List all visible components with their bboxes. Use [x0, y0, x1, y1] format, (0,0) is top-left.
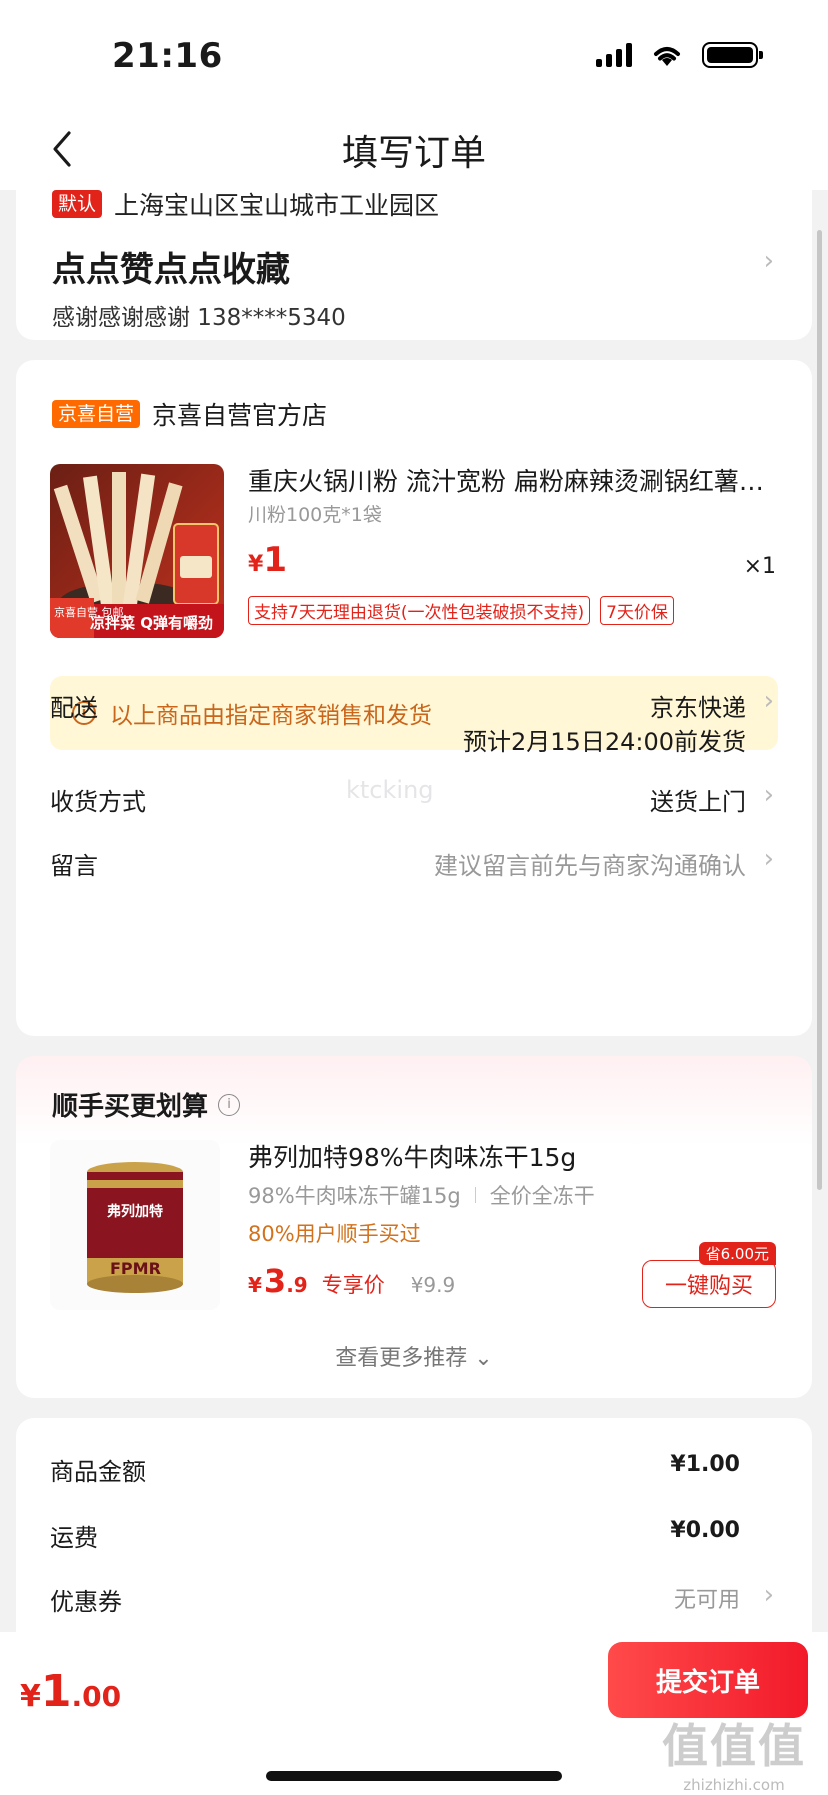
- goods-amount-label: 商品金额: [50, 1458, 146, 1486]
- divider: [474, 1187, 476, 1203]
- svg-text:凉拌菜 Q弹有嚼劲: 凉拌菜 Q弹有嚼劲: [90, 614, 213, 632]
- shipping-label: 运费: [50, 1524, 98, 1552]
- chevron-right-icon: ›: [763, 780, 774, 810]
- corner-watermark: 值值值 zhizhizhi.com: [662, 1719, 806, 1794]
- product-spec: 川粉100克*1袋: [248, 504, 382, 526]
- address-contact: 感谢感谢感谢 138****5340: [52, 305, 346, 331]
- goods-amount-value: ¥1.00: [670, 1452, 740, 1477]
- svg-text:FPMR: FPMR: [110, 1259, 161, 1278]
- price-value: 1: [263, 540, 287, 580]
- chevron-down-icon: ⌄: [474, 1346, 493, 1371]
- wifi-icon: [654, 47, 680, 66]
- one-click-buy-button[interactable]: 一键购买: [642, 1260, 776, 1308]
- recommend-card: 顺手买更划算 i 弗列加特 FPMR 弗列加特98%牛肉味冻干15g 98%牛肉…: [16, 1056, 812, 1398]
- recommend-price: ¥ 3 .9 专享价 ¥9.9: [248, 1262, 456, 1300]
- address-detail: 点点赞点点收藏: [52, 250, 290, 290]
- store-header[interactable]: 京喜自营 京喜自营官方店: [52, 396, 327, 432]
- nav-bar: 填写订单: [0, 110, 828, 190]
- cellular-signal-icon: [596, 43, 632, 67]
- battery-icon: [702, 42, 763, 68]
- price-currency: ¥: [248, 552, 264, 577]
- scrollbar[interactable]: [817, 230, 822, 1190]
- product-badges: 支持7天无理由退货(一次性包装破损不支持) 7天价保: [248, 596, 674, 625]
- store-card: 京喜自营 京喜自营官方店 京喜自营 包邮 凉拌菜 Q弹有嚼劲 重庆火锅川粉 流汁…: [16, 360, 812, 1036]
- seller-notice-text: 以上商品由指定商家销售和发货: [110, 703, 432, 729]
- receive-method-value[interactable]: 送货上门: [650, 782, 746, 817]
- product-quantity: ×1: [743, 554, 776, 579]
- status-icons: [596, 42, 763, 68]
- receive-method-label: 收货方式: [50, 788, 146, 816]
- price-summary-card: 商品金额 ¥1.00 运费 ¥0.00 优惠券 无可用 ›: [16, 1418, 812, 1658]
- watermark-text: ktcking: [346, 776, 434, 804]
- coupon-label: 优惠券: [50, 1588, 122, 1616]
- home-indicator: [266, 1771, 562, 1781]
- chevron-right-icon: ›: [763, 844, 774, 874]
- recommend-title: 顺手买更划算 i: [52, 1086, 241, 1123]
- recommend-product-image[interactable]: 弗列加特 FPMR: [50, 1140, 220, 1310]
- store-tag: 京喜自营: [52, 400, 141, 428]
- message-label: 留言: [50, 852, 98, 880]
- product-image[interactable]: 京喜自营 包邮 凉拌菜 Q弹有嚼劲: [50, 464, 224, 638]
- product-title[interactable]: 重庆火锅川粉 流汁宽粉 扁粉麻辣烫涮锅红薯粉条: [248, 462, 788, 498]
- delivery-value[interactable]: 京东快递: [650, 688, 746, 723]
- coupon-value[interactable]: 无可用: [674, 1582, 740, 1614]
- chevron-right-icon: ›: [763, 1580, 774, 1610]
- recommend-product-spec: 98%牛肉味冻干罐15g 全价全冻干: [248, 1184, 595, 1208]
- page-title: 填写订单: [341, 133, 486, 174]
- message-input[interactable]: 建议留言前先与商家沟通确认: [434, 846, 746, 881]
- product-price: ¥1: [248, 540, 287, 580]
- recommend-product-name[interactable]: 弗列加特98%牛肉味冻干15g: [248, 1138, 576, 1174]
- store-name: 京喜自营官方店: [152, 401, 328, 430]
- address-region: 上海宝山区宝山城市工业园区: [114, 191, 440, 220]
- total-price: ¥ 1 .00: [20, 1666, 122, 1717]
- chevron-right-icon: ›: [763, 246, 774, 276]
- delivery-eta: 预计2月15日24:00前发货: [463, 728, 746, 756]
- shipping-value: ¥0.00: [670, 1518, 740, 1543]
- status-bar: 21:16: [0, 0, 828, 110]
- submit-order-button[interactable]: 提交订单: [608, 1642, 808, 1718]
- chevron-right-icon: ›: [763, 686, 774, 716]
- delivery-label: 配送: [50, 694, 98, 722]
- default-address-tag: 默认: [52, 190, 103, 218]
- info-icon[interactable]: i: [218, 1093, 241, 1116]
- exclusive-price-label: 专享价: [321, 1273, 385, 1297]
- more-recommend-link[interactable]: 查看更多推荐 ⌄: [16, 1340, 812, 1372]
- save-amount-tag: 省6.00元: [698, 1242, 776, 1265]
- address-region-row: 默认 上海宝山区宝山城市工业园区: [52, 186, 439, 222]
- price-protect-badge: 7天价保: [600, 596, 674, 625]
- status-time: 21:16: [112, 36, 223, 76]
- original-price: ¥9.9: [410, 1273, 456, 1297]
- return-policy-badge: 支持7天无理由退货(一次性包装破损不支持): [248, 596, 591, 625]
- address-card[interactable]: 默认 上海宝山区宝山城市工业园区 点点赞点点收藏 感谢感谢感谢 138****5…: [16, 180, 812, 340]
- svg-text:弗列加特: 弗列加特: [107, 1203, 163, 1220]
- recommend-buyers: 80%用户顺手买过: [248, 1222, 421, 1246]
